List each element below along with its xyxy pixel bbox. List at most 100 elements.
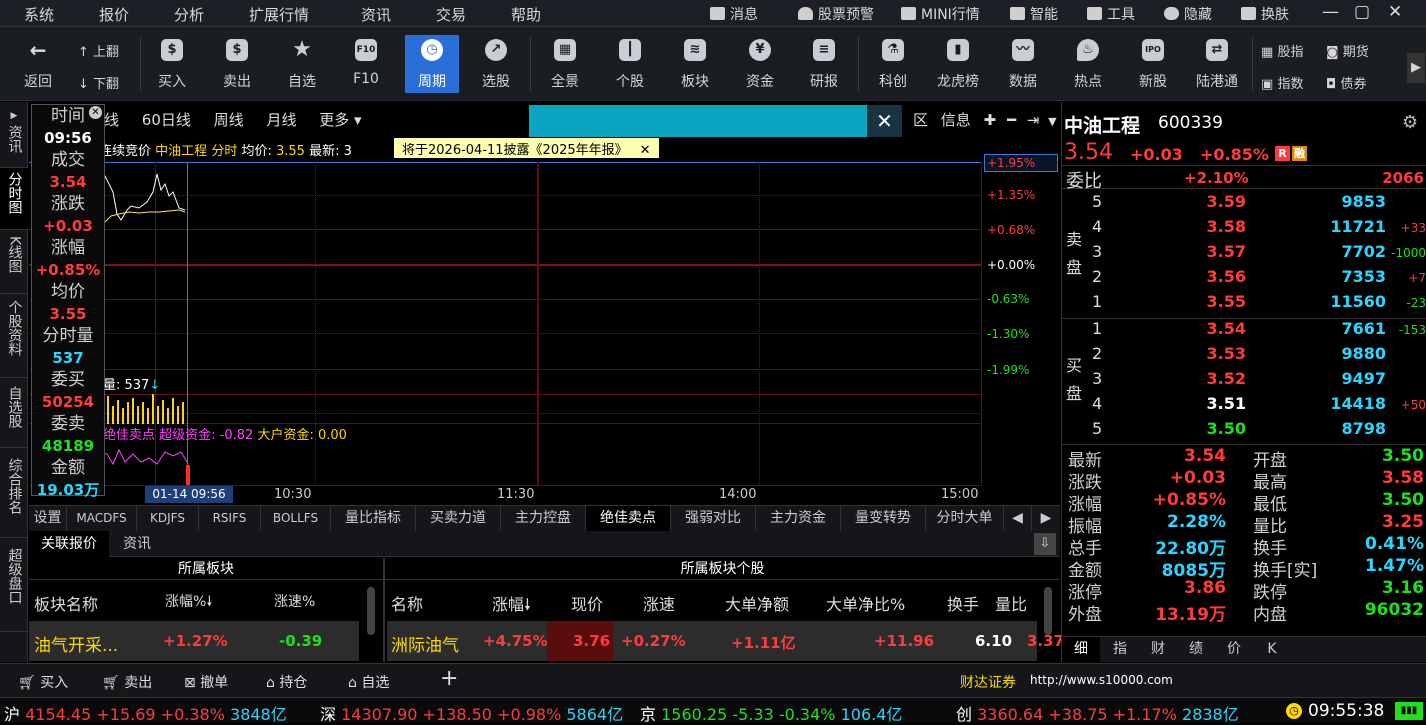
tab-intraday[interactable]: 分时图 xyxy=(0,168,28,230)
period-button[interactable]: ◷ 周期 xyxy=(405,35,459,93)
tools-button[interactable]: 工具 xyxy=(1087,4,1135,24)
index-cy[interactable]: 创 3360.64 +38.75 +1.17% 2838亿 xyxy=(956,701,1239,725)
stock-button[interactable]: ┃ 个股 xyxy=(603,35,657,93)
tab-ranking[interactable]: 综合排名 xyxy=(0,448,28,538)
col-price[interactable]: 现价 xyxy=(571,591,603,615)
tab-kdjfs[interactable]: KDJFS xyxy=(137,506,199,531)
tab-more[interactable]: 更多 ▾ xyxy=(319,111,361,129)
data-button[interactable]: 〰数据 xyxy=(996,35,1050,93)
tab-stock-profile[interactable]: 个股资料 xyxy=(0,294,28,378)
scrollbar[interactable] xyxy=(367,587,375,635)
tab-60day[interactable]: 60日线 xyxy=(142,111,191,129)
minimize-icon[interactable]: — xyxy=(1322,2,1339,22)
quick-sell-button[interactable]: 🛒︎ 卖出 xyxy=(102,672,152,692)
col-big-net[interactable]: 大单净额 xyxy=(725,591,789,615)
range-button[interactable]: 区 xyxy=(913,111,928,129)
tab-strength[interactable]: 强弱对比 xyxy=(671,506,756,531)
f10-button[interactable]: F10 F10 xyxy=(339,35,393,93)
report-notice[interactable]: 将于2026-04-11披露《2025年年报》 ✕ xyxy=(394,138,659,158)
signal-icon[interactable]: ▮▮▮ xyxy=(1395,702,1423,720)
col-vol-ratio[interactable]: 量比 xyxy=(995,591,1027,615)
restore-icon[interactable]: ▢ xyxy=(1354,2,1370,22)
col-sector-name[interactable]: 板块名称 xyxy=(34,591,98,615)
tab-related-news[interactable]: 资讯 xyxy=(111,531,163,557)
tab-main-control[interactable]: 主力控盘 xyxy=(501,506,586,531)
bid-row-1[interactable]: 1 3.54 7661 -153 xyxy=(1092,319,1426,344)
tab-volume-ratio[interactable]: 量比指标 xyxy=(331,506,416,531)
hk-connect-button[interactable]: ⇄ 陆港通 xyxy=(1190,35,1244,93)
sector-button[interactable]: ≋ 板块 xyxy=(668,35,722,93)
toolbar-expand-icon[interactable]: ▶ xyxy=(1407,53,1425,83)
tab-k[interactable]: K xyxy=(1254,637,1290,662)
stock-picker-button[interactable]: ↗ 选股 xyxy=(469,35,523,93)
search-bar[interactable] xyxy=(529,105,867,137)
tab-main-fund[interactable]: 主力资金 xyxy=(756,506,841,531)
watchlist-button[interactable]: ★ 自选 xyxy=(275,35,329,93)
tab-settings[interactable]: 设置 xyxy=(29,506,67,531)
col-chg[interactable]: 涨幅🠗 xyxy=(492,591,531,621)
ask-row-4[interactable]: 4 3.58 11721 +33 xyxy=(1092,217,1426,242)
menu-quote[interactable]: 报价 xyxy=(99,4,129,25)
menu-help[interactable]: 帮助 xyxy=(511,4,541,25)
index-button[interactable]: ▣ 指数 xyxy=(1261,73,1303,92)
scrollbar[interactable] xyxy=(1044,587,1052,635)
menu-news[interactable]: 资讯 xyxy=(361,4,391,25)
research-button[interactable]: ≡ 研报 xyxy=(797,35,851,93)
ask-row-5[interactable]: 5 3.59 9853 xyxy=(1092,192,1426,217)
close-icon[interactable]: ✕ xyxy=(1388,2,1402,22)
col-turnover[interactable]: 换手 xyxy=(947,591,979,615)
download-icon[interactable]: ⇩ xyxy=(1034,533,1056,555)
stock-alert-button[interactable]: 股票预警 xyxy=(798,4,874,24)
buy-button[interactable]: $ 买入 xyxy=(145,35,199,93)
menu-analysis[interactable]: 分析 xyxy=(174,4,204,25)
tab-big-orders[interactable]: 分时大单 xyxy=(926,506,1004,531)
star-market-button[interactable]: ⚗ 科创 xyxy=(866,35,920,93)
pin-icon[interactable]: ⇥ xyxy=(1027,111,1040,129)
fund-button[interactable]: ¥ 资金 xyxy=(733,35,787,93)
index-sh[interactable]: 沪 4154.45 +15.69 +0.38% 3848亿 xyxy=(4,701,287,725)
gear-icon[interactable]: ⚙ xyxy=(1402,112,1418,133)
panorama-button[interactable]: ▦ 全景 xyxy=(538,35,592,93)
tab-macdfs[interactable]: MACDFS xyxy=(67,506,137,531)
tab-buy-sell-force[interactable]: 买卖力道 xyxy=(416,506,501,531)
col-name[interactable]: 名称 xyxy=(391,591,423,615)
back-button[interactable]: ← 返回 xyxy=(11,35,65,93)
sell-button[interactable]: $ 卖出 xyxy=(210,35,264,93)
message-button[interactable]: 消息 xyxy=(710,4,758,24)
tab-weekly[interactable]: 周线 xyxy=(214,111,244,129)
stock-index-futures-button[interactable]: ▦ 股指 xyxy=(1261,41,1303,60)
tab-bollfs[interactable]: BOLLFS xyxy=(261,506,331,531)
tab-kline[interactable]: K线图 xyxy=(0,230,28,294)
tab-related-quote[interactable]: 关联报价 xyxy=(29,531,109,557)
table-row[interactable]: 洲际油气 +4.75% 3.76 +0.27% +1.11亿 +11.96 6.… xyxy=(387,621,1064,661)
cancel-order-button[interactable]: ⊠ 撤单 xyxy=(184,672,228,692)
dragon-tiger-button[interactable]: ▮ 龙虎榜 xyxy=(931,35,985,93)
positions-button[interactable]: ⌂ 持仓 xyxy=(266,672,307,692)
watchlist-quick-button[interactable]: ⌂ 自选 xyxy=(348,672,389,692)
add-button[interactable]: + xyxy=(440,666,458,691)
bid-row-2[interactable]: 2 3.53 9880 xyxy=(1092,344,1426,369)
col-speed[interactable]: 涨速 xyxy=(643,591,675,615)
info-button[interactable]: 信息 xyxy=(941,111,971,129)
scroll-left-icon[interactable]: ◀ xyxy=(1004,506,1032,531)
tab-rsifs[interactable]: RSIFS xyxy=(199,506,261,531)
tab-watchlist[interactable]: 自选股 xyxy=(0,378,28,448)
tab-price[interactable]: 价 xyxy=(1216,637,1252,662)
close-icon[interactable]: ✕ xyxy=(640,143,651,158)
page-up-button[interactable]: ↑ 上翻 xyxy=(78,41,119,60)
skin-button[interactable]: 换肤 xyxy=(1241,4,1289,24)
futures-button[interactable]: ◙ 期货 xyxy=(1326,41,1369,60)
tab-detail[interactable]: 细 xyxy=(1062,637,1100,662)
menu-ext-quote[interactable]: 扩展行情 xyxy=(249,4,309,25)
index-sz[interactable]: 深 14307.90 +138.50 +0.98% 5864亿 xyxy=(320,701,623,725)
ask-row-2[interactable]: 2 3.56 7353 +7 xyxy=(1092,267,1426,292)
tab-monthly[interactable]: 月线 xyxy=(266,111,296,129)
mini-quote-button[interactable]: MINI行情 xyxy=(901,4,980,24)
ask-row-1[interactable]: 1 3.55 11560 -23 xyxy=(1092,292,1426,317)
col-big-ratio[interactable]: 大单净比% xyxy=(826,591,905,615)
bid-row-5[interactable]: 5 3.50 8798 xyxy=(1092,419,1426,444)
chevron-down-icon[interactable]: ▼ xyxy=(1048,115,1056,128)
broker-url[interactable]: http://www.s10000.com xyxy=(1030,673,1173,687)
page-down-button[interactable]: ↓ 下翻 xyxy=(78,73,119,92)
bid-row-3[interactable]: 3 3.52 9497 xyxy=(1092,369,1426,394)
